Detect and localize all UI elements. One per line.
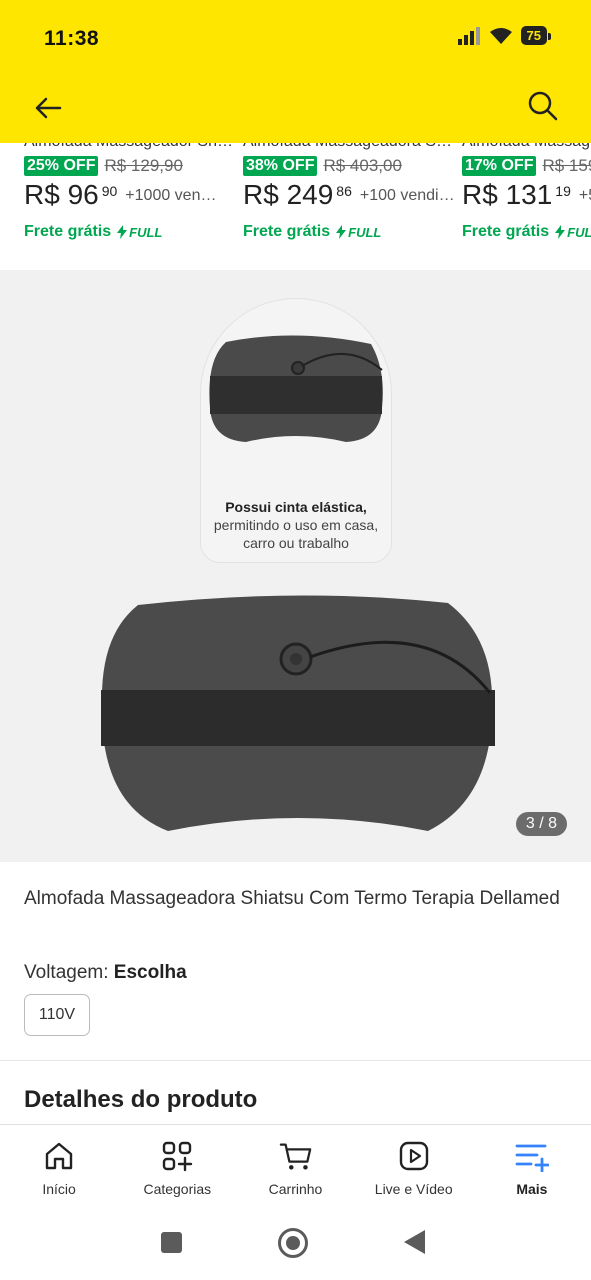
lightning-icon — [117, 225, 128, 239]
variant-label: Voltagem: Escolha — [24, 962, 187, 984]
price: R$ 249 — [243, 179, 334, 210]
menu-plus-icon — [515, 1144, 549, 1172]
nav-label: Categorias — [143, 1181, 212, 1197]
variant-label-value: Escolha — [113, 962, 187, 983]
home-button[interactable] — [278, 1228, 308, 1258]
page: 11:38 75 Almofa — [0, 0, 591, 1280]
battery-indicator: 75 — [520, 26, 552, 45]
status-time: 11:38 — [44, 27, 100, 50]
nav-label: Início — [42, 1181, 76, 1197]
nav-item-categorias[interactable]: Categorias — [118, 1125, 236, 1210]
pillow-product-image — [101, 595, 495, 831]
full-label: FULL — [129, 224, 163, 240]
free-shipping-label: Frete grátis — [24, 223, 112, 240]
old-price: R$ 159 — [542, 156, 591, 175]
price-cents: 90 — [101, 183, 118, 199]
variant-label-name: Voltagem: — [24, 962, 109, 983]
recent-apps-button[interactable] — [161, 1232, 182, 1253]
discount-badge: 38% OFF — [243, 156, 318, 176]
nav-label: Live e Vídeo — [374, 1181, 453, 1197]
related-product-title: Almofada Massageadora — [462, 143, 591, 151]
price-cents: 19 — [555, 183, 571, 199]
full-badge: FULL — [555, 225, 591, 240]
sold-count: +100 vendidos — [359, 187, 456, 204]
product-image-gallery[interactable]: Possui cinta elástica, permitindo o uso … — [0, 270, 591, 862]
inset-caption-title: Possui cinta elástica, — [225, 499, 367, 515]
lightning-icon — [336, 225, 347, 239]
nav-label: Mais — [516, 1181, 548, 1197]
discount-badge: 25% OFF — [24, 156, 99, 176]
full-badge: FULL — [336, 225, 381, 240]
app-header: 11:38 75 — [0, 0, 591, 143]
inset-caption: Possui cinta elástica, permitindo o uso … — [200, 498, 392, 552]
old-price: R$ 129,90 — [104, 156, 183, 175]
divider — [0, 1060, 591, 1061]
product-title: Almofada Massageadora Shiatsu Com Termo … — [24, 888, 560, 909]
nav-item-mais[interactable]: Mais — [473, 1125, 591, 1210]
arrow-left-icon — [35, 97, 62, 119]
play-icon — [399, 1141, 428, 1171]
related-product-card[interactable]: Almofada Massageadora 17% OFF R$ 159 R$ … — [462, 143, 591, 269]
lightning-icon — [555, 225, 566, 239]
related-product-card[interactable]: Almofada Massageador Shiatsu 25% OFF R$ … — [24, 143, 242, 269]
details-heading: Detalhes do produto — [24, 1086, 258, 1113]
variant-option-110v[interactable]: 110V — [24, 994, 90, 1036]
sold-count: +5mil vendidos — [578, 187, 591, 204]
inset-caption-body: permitindo o uso em casa, carro ou traba… — [213, 517, 379, 551]
image-counter: 3 / 8 — [515, 812, 567, 836]
system-back-button[interactable] — [404, 1230, 425, 1254]
full-badge: FULL — [117, 225, 162, 240]
sold-count: +1000 vendidos — [125, 187, 222, 204]
back-button[interactable] — [30, 90, 66, 126]
related-product-title: Almofada Massageador Shiatsu — [24, 143, 234, 151]
free-shipping-label: Frete grátis — [243, 223, 331, 240]
nav-item-live-video[interactable]: Live e Vídeo — [355, 1125, 473, 1210]
related-product-card[interactable]: Almofada Massageadora Shiatsu 38% OFF R$… — [243, 143, 461, 269]
price: R$ 96 — [24, 179, 99, 210]
grid-plus-icon — [163, 1141, 193, 1172]
full-label: FULL — [348, 224, 382, 240]
discount-badge: 17% OFF — [462, 156, 537, 176]
wifi-icon — [489, 27, 512, 44]
full-label: FULL — [567, 224, 591, 240]
cart-icon — [279, 1143, 311, 1170]
free-shipping-label: Frete grátis — [462, 223, 550, 240]
search-button[interactable] — [525, 88, 561, 124]
search-icon — [528, 91, 558, 121]
nav-item-inicio[interactable]: Início — [0, 1125, 118, 1210]
pillow-detail-image — [209, 335, 383, 442]
related-product-title: Almofada Massageadora Shiatsu — [243, 143, 453, 151]
nav-item-carrinho[interactable]: Carrinho — [236, 1125, 354, 1210]
nav-label: Carrinho — [268, 1181, 323, 1197]
price-cents: 86 — [336, 183, 352, 199]
old-price: R$ 403,00 — [323, 156, 402, 175]
status-icons: 75 — [457, 26, 552, 45]
related-products-carousel[interactable]: Almofada Massageador Shiatsu 25% OFF R$ … — [0, 143, 591, 269]
signal-icon — [457, 26, 480, 45]
system-navigation-bar — [0, 1210, 591, 1280]
home-icon — [45, 1142, 73, 1170]
bottom-navigation: Início Categorias Carrinho Live e Vídeo … — [0, 1124, 591, 1210]
price: R$ 131 — [462, 179, 553, 210]
